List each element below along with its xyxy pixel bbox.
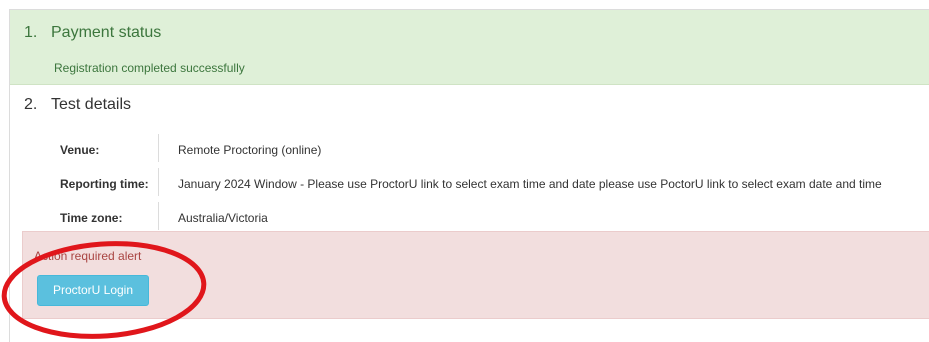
time-zone-label: Time zone: [60, 211, 123, 225]
alert-text: Action required alert [34, 249, 142, 263]
test-details-number: 2. [24, 96, 38, 113]
row-divider [158, 168, 159, 196]
reporting-time-value: January 2024 Window - Please use Proctor… [178, 177, 882, 191]
payment-section-number: 1. [24, 24, 38, 41]
proctoru-login-button[interactable]: ProctorU Login [37, 275, 149, 306]
venue-value: Remote Proctoring (online) [178, 143, 322, 157]
payment-status-section: 1. Payment status Registration completed… [10, 10, 929, 85]
action-required-alert: Action required alert ProctorU Login [22, 231, 929, 319]
detail-row-reporting-time: Reporting time: January 2024 Window - Pl… [60, 168, 929, 202]
reporting-time-label: Reporting time: [60, 177, 149, 191]
test-details-title: Test details [51, 96, 132, 113]
payment-section-title: Payment status [51, 24, 162, 41]
row-divider [158, 202, 159, 230]
test-details-table: Venue: Remote Proctoring (online) Report… [60, 134, 929, 236]
venue-label: Venue: [60, 143, 100, 157]
row-divider [158, 134, 159, 162]
detail-row-venue: Venue: Remote Proctoring (online) [60, 134, 929, 168]
payment-status-message: Registration completed successfully [54, 61, 245, 75]
time-zone-value: Australia/Victoria [178, 211, 268, 225]
